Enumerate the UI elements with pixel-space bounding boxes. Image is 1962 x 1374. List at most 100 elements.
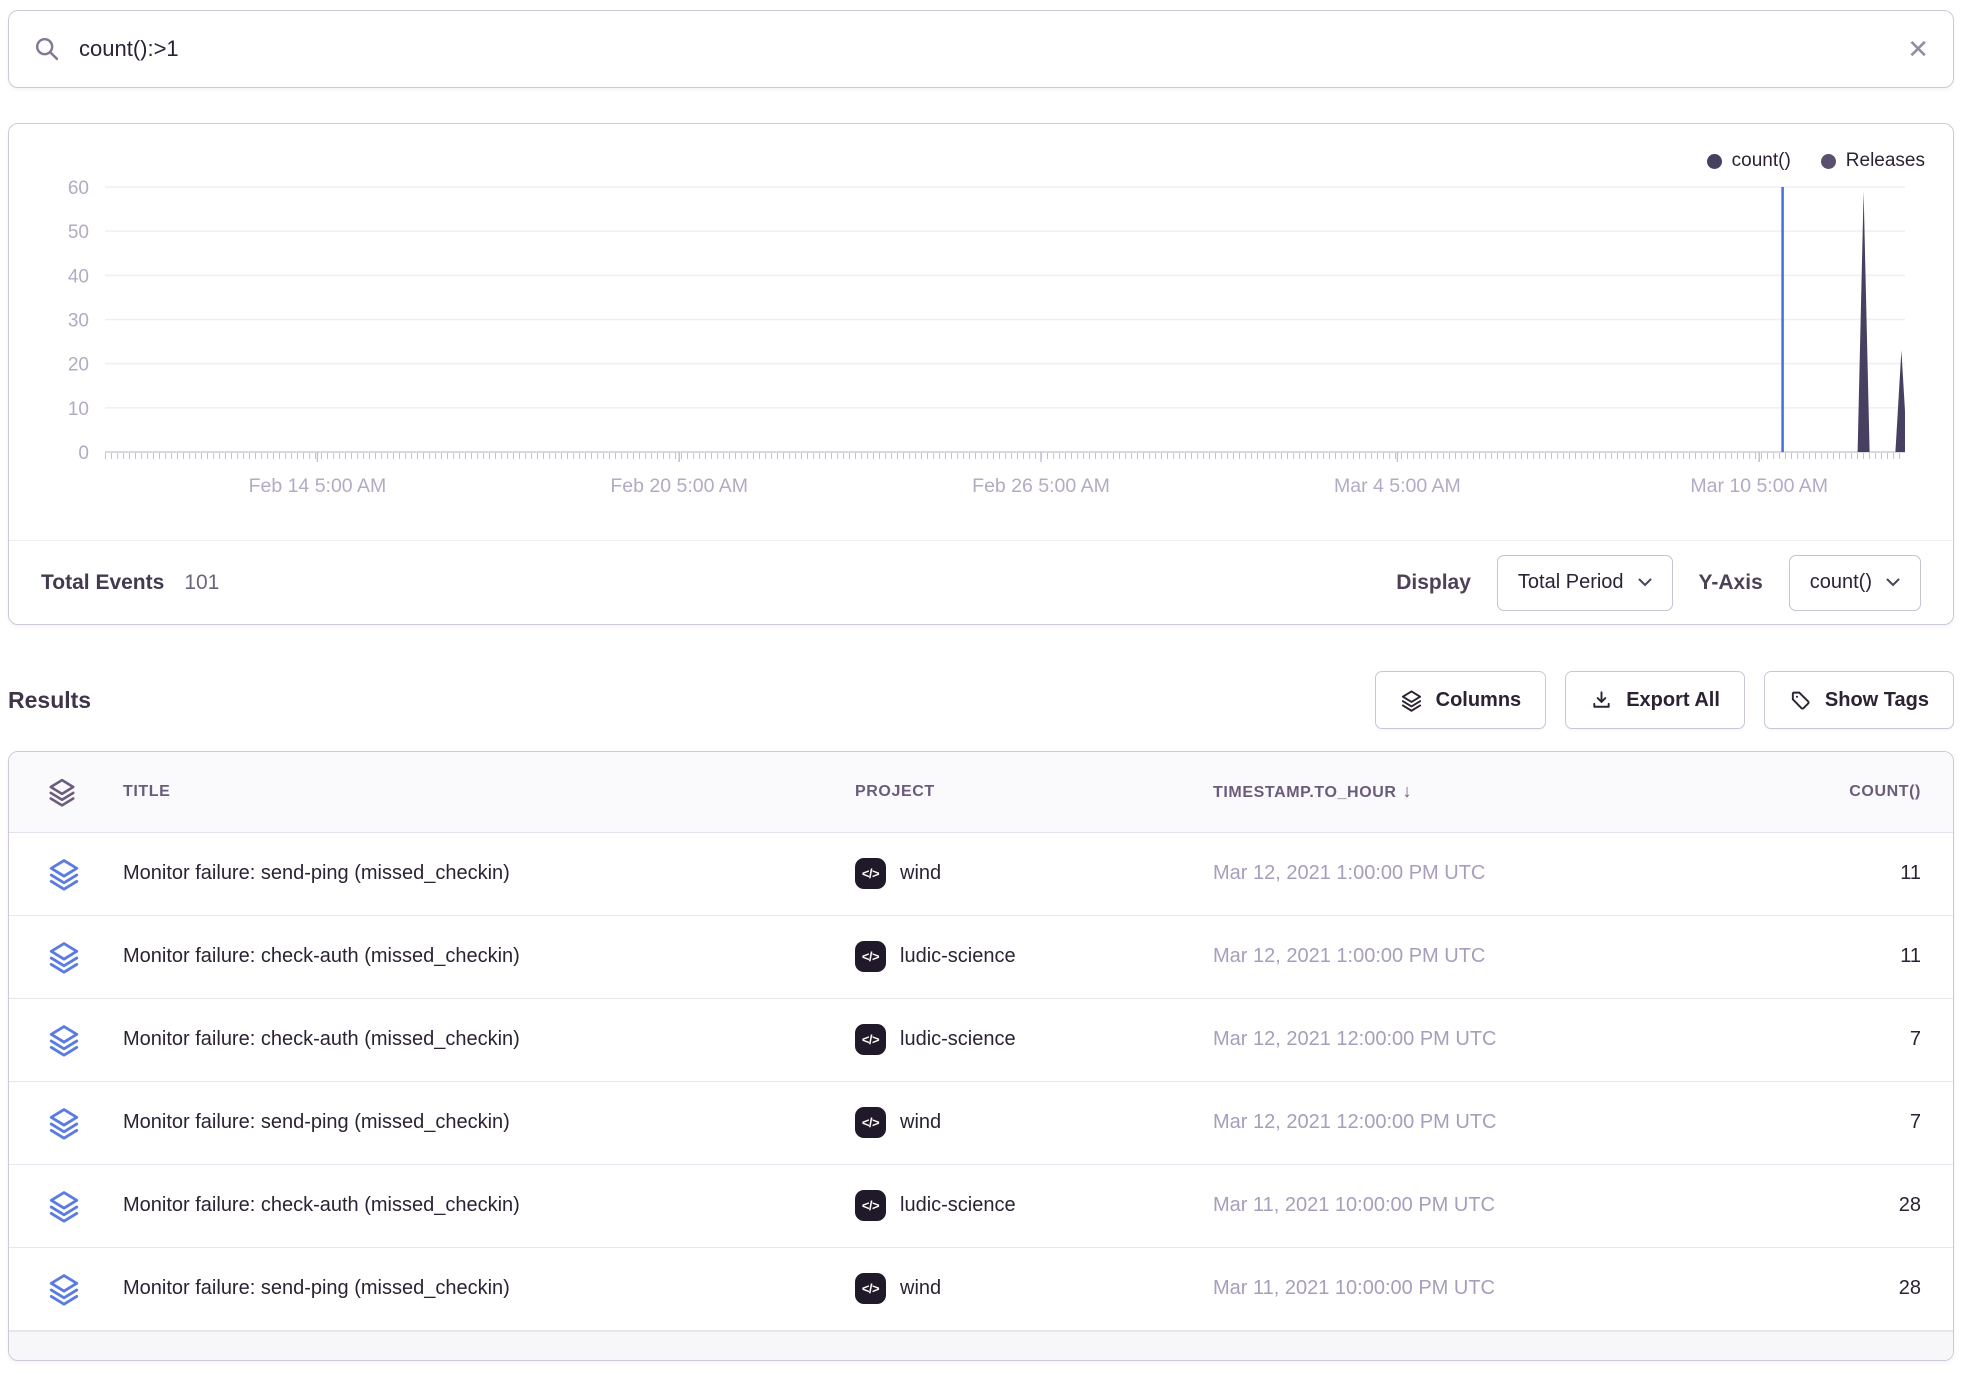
show-tags-button[interactable]: Show Tags [1764, 671, 1954, 729]
timestamp-value: Mar 11, 2021 10:00:00 PM UTC [1213, 1194, 1495, 1216]
project-name: wind [900, 1111, 941, 1134]
results-table: TITLE PROJECT TIMESTAMP.TO_HOUR↓ COUNT()… [9, 752, 1953, 1331]
columns-button-label: Columns [1436, 689, 1522, 712]
row-icon-cell [9, 1247, 113, 1330]
code-platform-icon: </> [855, 1107, 886, 1138]
project-cell: </> wind [855, 858, 1213, 889]
event-title-link[interactable]: Monitor failure: check-auth (missed_chec… [123, 1028, 520, 1050]
layers-icon [47, 1272, 113, 1306]
svg-text:Feb 26 5:00 AM: Feb 26 5:00 AM [972, 475, 1110, 497]
timestamp-value: Mar 12, 2021 1:00:00 PM UTC [1213, 945, 1485, 967]
column-header-project[interactable]: PROJECT [855, 752, 1213, 832]
svg-text:Mar 10 5:00 AM: Mar 10 5:00 AM [1690, 475, 1828, 497]
event-title-link[interactable]: Monitor failure: send-ping (missed_check… [123, 1277, 510, 1299]
timestamp-value: Mar 12, 2021 12:00:00 PM UTC [1213, 1111, 1496, 1133]
results-bar: Results Columns Export All [8, 671, 1954, 729]
svg-text:20: 20 [68, 355, 89, 376]
layers-icon [47, 940, 113, 974]
total-events-label: Total Events [41, 571, 164, 595]
timestamp-value: Mar 12, 2021 1:00:00 PM UTC [1213, 862, 1485, 884]
count-value: 28 [1899, 1277, 1921, 1299]
display-select[interactable]: Total Period [1497, 555, 1673, 611]
layers-icon [47, 1189, 113, 1223]
svg-text:Feb 14 5:00 AM: Feb 14 5:00 AM [249, 475, 387, 497]
sort-desc-icon: ↓ [1403, 781, 1413, 801]
code-platform-icon: </> [855, 1190, 886, 1221]
download-icon [1590, 689, 1613, 712]
table-row: Monitor failure: check-auth (missed_chec… [9, 998, 1953, 1081]
chevron-down-icon [1886, 578, 1900, 587]
svg-text:30: 30 [68, 311, 89, 332]
timestamp-value: Mar 12, 2021 12:00:00 PM UTC [1213, 1028, 1496, 1050]
results-heading: Results [8, 687, 91, 714]
row-icon-cell [9, 1164, 113, 1247]
count-value: 7 [1910, 1111, 1921, 1133]
svg-text:10: 10 [68, 399, 89, 420]
code-platform-icon: </> [855, 1024, 886, 1055]
count-value: 7 [1910, 1028, 1921, 1050]
project-cell: </> ludic-science [855, 1190, 1213, 1221]
code-platform-icon: </> [855, 941, 886, 972]
column-header-timestamp[interactable]: TIMESTAMP.TO_HOUR↓ [1213, 752, 1705, 832]
project-cell: </> ludic-science [855, 941, 1213, 972]
project-name: ludic-science [900, 1028, 1016, 1051]
project-cell: </> wind [855, 1273, 1213, 1304]
project-cell: </> ludic-science [855, 1024, 1213, 1055]
table-row: Monitor failure: check-auth (missed_chec… [9, 915, 1953, 998]
event-chart: 0102030405060Feb 14 5:00 AMFeb 20 5:00 A… [9, 124, 1953, 526]
event-title-link[interactable]: Monitor failure: check-auth (missed_chec… [123, 1194, 520, 1216]
total-events-value: 101 [184, 571, 219, 595]
chevron-down-icon [1638, 578, 1652, 587]
layers-icon [47, 1023, 113, 1057]
event-title-link[interactable]: Monitor failure: check-auth (missed_chec… [123, 945, 520, 967]
layers-icon [1400, 689, 1423, 712]
export-all-button-label: Export All [1626, 689, 1720, 712]
count-value: 28 [1899, 1194, 1921, 1216]
layers-icon [47, 857, 113, 891]
layers-icon [47, 1106, 113, 1140]
column-header-count[interactable]: COUNT() [1705, 752, 1953, 832]
svg-text:Feb 20 5:00 AM: Feb 20 5:00 AM [610, 475, 748, 497]
event-title-link[interactable]: Monitor failure: send-ping (missed_check… [123, 1111, 510, 1133]
export-all-button[interactable]: Export All [1565, 671, 1745, 729]
results-table-card: TITLE PROJECT TIMESTAMP.TO_HOUR↓ COUNT()… [8, 751, 1954, 1361]
table-header-row: TITLE PROJECT TIMESTAMP.TO_HOUR↓ COUNT() [9, 752, 1953, 832]
display-label: Display [1396, 571, 1471, 595]
yaxis-select[interactable]: count() [1789, 555, 1921, 611]
columns-button[interactable]: Columns [1375, 671, 1547, 729]
yaxis-select-value: count() [1810, 571, 1872, 594]
event-title-link[interactable]: Monitor failure: send-ping (missed_check… [123, 862, 510, 884]
show-tags-button-label: Show Tags [1825, 689, 1929, 712]
svg-text:Mar 4 5:00 AM: Mar 4 5:00 AM [1334, 475, 1461, 497]
table-row: Monitor failure: send-ping (missed_check… [9, 1081, 1953, 1164]
count-value: 11 [1900, 945, 1921, 967]
layers-icon [47, 777, 113, 807]
total-events: Total Events 101 [41, 571, 219, 595]
column-header-title[interactable]: TITLE [113, 752, 855, 832]
svg-text:60: 60 [68, 178, 89, 199]
row-icon-cell [9, 915, 113, 998]
table-row: Monitor failure: send-ping (missed_check… [9, 832, 1953, 915]
clear-search-button[interactable]: ✕ [1907, 36, 1929, 62]
chart-footer: Total Events 101 Display Total Period Y-… [9, 540, 1953, 624]
project-name: wind [900, 1277, 941, 1300]
svg-text:0: 0 [78, 443, 89, 464]
svg-text:50: 50 [68, 222, 89, 243]
search-bar: ✕ [8, 10, 1954, 88]
table-footer [9, 1331, 1953, 1361]
tag-icon [1789, 689, 1812, 712]
project-name: ludic-science [900, 945, 1016, 968]
discover-page: ✕ count() Releases 0102030405060Feb 14 5… [0, 10, 1962, 1361]
header-stack-icon-cell [9, 752, 113, 832]
row-icon-cell [9, 998, 113, 1081]
search-input[interactable] [79, 36, 1889, 62]
row-icon-cell [9, 1081, 113, 1164]
results-table-body: Monitor failure: send-ping (missed_check… [9, 832, 1953, 1330]
project-cell: </> wind [855, 1107, 1213, 1138]
project-name: wind [900, 862, 941, 885]
table-row: Monitor failure: send-ping (missed_check… [9, 1247, 1953, 1330]
yaxis-label: Y-Axis [1699, 571, 1763, 595]
timestamp-value: Mar 11, 2021 10:00:00 PM UTC [1213, 1277, 1495, 1299]
project-name: ludic-science [900, 1194, 1016, 1217]
search-icon [33, 35, 61, 63]
